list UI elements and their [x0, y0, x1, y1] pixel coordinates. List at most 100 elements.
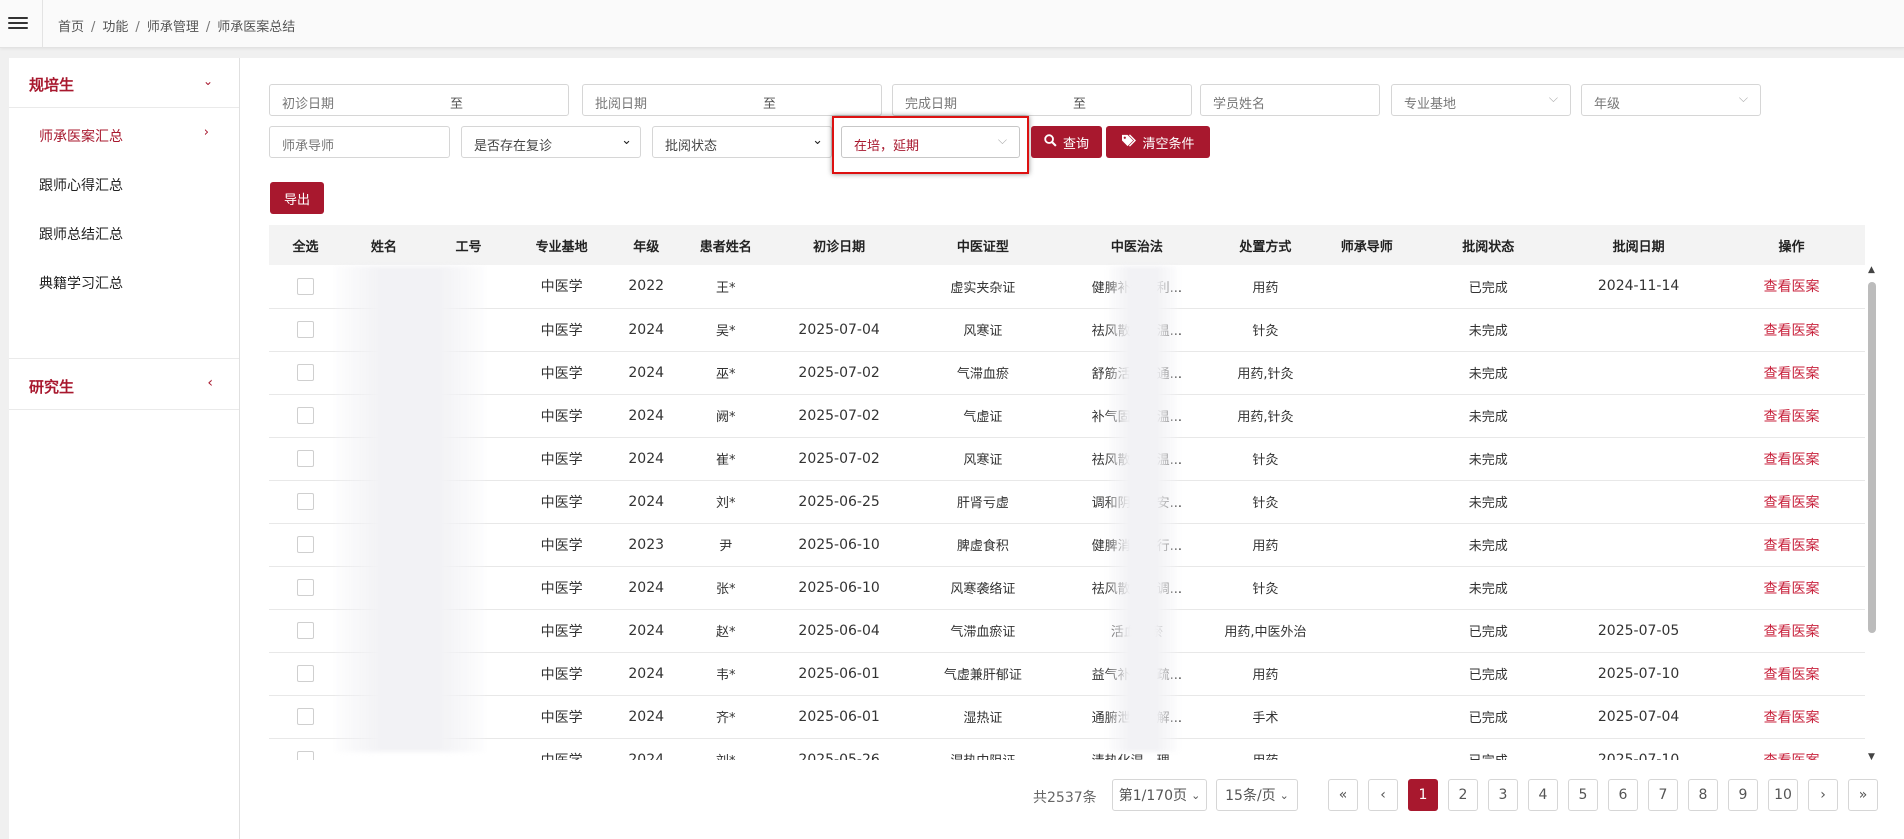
page-button[interactable]: 2 [1448, 779, 1478, 811]
row-checkbox[interactable] [296, 708, 314, 725]
row-checkbox[interactable] [296, 622, 314, 639]
export-button[interactable]: 导出 [270, 182, 324, 214]
cell-disposal: 用药 [1252, 539, 1279, 554]
header-select-all[interactable]: 全选 [269, 225, 342, 265]
page-of-select[interactable]: 第1/170页 ⌄ [1112, 779, 1207, 811]
view-case-link[interactable]: 查看医案 [1764, 581, 1820, 597]
tags-icon [1121, 133, 1137, 151]
clear-conditions-button[interactable]: 清空条件 [1106, 126, 1210, 158]
breadcrumb-function[interactable]: 功能 [102, 20, 128, 35]
cell-review-date: 2024-11-14 [1597, 278, 1680, 295]
clear-button-label: 清空条件 [1142, 136, 1195, 152]
first-visit-date-label: 初诊日期 [282, 97, 335, 112]
view-case-link[interactable]: 查看医案 [1764, 279, 1820, 295]
cell-base: 中医学 [540, 322, 583, 339]
cell-disposal: 用药 [1215, 738, 1316, 760]
page-button[interactable]: 1 [1408, 779, 1438, 811]
per-page-select[interactable]: 15条/页 ⌄ [1216, 779, 1298, 811]
sidebar-item-conclusion-summary[interactable]: 跟师总结汇总 [9, 208, 239, 257]
revisit-placeholder: 是否存在复诊 [474, 139, 553, 154]
view-case-link[interactable]: 查看医案 [1764, 667, 1820, 683]
table-scrollbar[interactable]: ▲ ▼ [1865, 265, 1879, 762]
sidebar-item-insight-summary[interactable]: 跟师心得汇总 [9, 159, 239, 208]
base-select[interactable]: 专业基地 ⌵ [1391, 84, 1571, 116]
row-checkbox[interactable] [296, 751, 314, 760]
cell-review-date [1559, 566, 1718, 609]
table-header-row: 全选 姓名 工号 专业基地 年级 患者姓名 初诊日期 中医证型 中医治法 处置方… [269, 225, 1865, 265]
view-case-link[interactable]: 查看医案 [1764, 710, 1820, 726]
page-button[interactable]: 6 [1608, 779, 1638, 811]
cell-disposal: 针灸 [1252, 453, 1279, 468]
cell-syndrome: 肝肾亏虚 [956, 496, 1009, 511]
first-visit-date-range[interactable]: 初诊日期 至 [269, 84, 569, 116]
table-row: 中医学2024齐*2025-06-01湿热证通腑泄热，解...手术已完成2025… [269, 695, 1865, 738]
finish-date-range[interactable]: 完成日期 至 [892, 84, 1192, 116]
row-checkbox[interactable] [296, 407, 314, 424]
cell-action: 查看医案 [1718, 351, 1865, 394]
cell-mentor [1316, 437, 1417, 480]
prev-page-button[interactable]: ‹ [1368, 779, 1398, 811]
scroll-down-arrow-icon[interactable]: ▼ [1868, 752, 1875, 762]
grade-select[interactable]: 年级 ⌵ [1581, 84, 1761, 116]
sidebar-item-case-summary[interactable]: 师承医案汇总 › [9, 110, 239, 159]
first-page-button[interactable]: « [1328, 779, 1358, 811]
row-checkbox[interactable] [296, 321, 314, 338]
page-button[interactable]: 8 [1688, 779, 1718, 811]
student-name-input[interactable]: 学员姓名 [1200, 84, 1380, 116]
row-checkbox[interactable] [296, 579, 314, 596]
view-case-link[interactable]: 查看医案 [1764, 753, 1820, 761]
row-checkbox[interactable] [296, 450, 314, 467]
training-status-select[interactable]: 在培，延期 ⌵ [841, 126, 1020, 158]
sidebar-group-graduate[interactable]: 研究生 ‹ [9, 358, 239, 410]
next-page-button[interactable]: › [1808, 779, 1838, 811]
cell-patient: 刘* [680, 738, 771, 760]
scroll-up-arrow-icon[interactable]: ▲ [1868, 265, 1875, 275]
page-button[interactable]: 9 [1728, 779, 1758, 811]
cell-review-status: 未完成 [1468, 496, 1508, 511]
cell-action: 查看医案 [1718, 394, 1865, 437]
row-checkbox [269, 566, 342, 609]
hamburger-menu-icon[interactable] [8, 14, 28, 32]
row-checkbox[interactable] [296, 493, 314, 510]
row-checkbox[interactable] [296, 277, 314, 295]
search-button[interactable]: 查询 [1031, 126, 1102, 158]
page-button[interactable]: 10 [1768, 779, 1798, 811]
view-case-link[interactable]: 查看医案 [1764, 366, 1820, 382]
sidebar-item-classics-summary[interactable]: 典籍学习汇总 [9, 257, 239, 306]
cell-base: 中医学 [540, 408, 583, 425]
view-case-link[interactable]: 查看医案 [1764, 538, 1820, 554]
view-case-link[interactable]: 查看医案 [1764, 452, 1820, 468]
chevron-down-icon: ⌄ [621, 133, 632, 148]
cell-review-status: 未完成 [1468, 367, 1508, 382]
review-status-select[interactable]: 批阅状态 ⌄ [652, 126, 832, 158]
view-case-link[interactable]: 查看医案 [1764, 624, 1820, 640]
breadcrumb-mentorship[interactable]: 师承管理 [147, 20, 199, 35]
scrollbar-thumb[interactable] [1868, 282, 1876, 633]
page-button[interactable]: 3 [1488, 779, 1518, 811]
row-checkbox[interactable] [296, 364, 314, 381]
last-page-button[interactable]: » [1848, 779, 1878, 811]
row-checkbox[interactable] [296, 665, 314, 682]
header-first-date: 初诊日期 [813, 239, 866, 255]
cell-review-status: 未完成 [1468, 410, 1508, 425]
page-button[interactable]: 4 [1528, 779, 1558, 811]
view-case-link[interactable]: 查看医案 [1764, 323, 1820, 339]
cell-mentor [1316, 308, 1417, 351]
row-checkbox [269, 652, 342, 695]
page-button[interactable]: 7 [1648, 779, 1678, 811]
cell-grade: 2022 [628, 278, 665, 295]
view-case-link[interactable]: 查看医案 [1764, 409, 1820, 425]
cell-first-date: 2025-06-01 [798, 665, 880, 682]
review-date-range[interactable]: 批阅日期 至 [582, 84, 882, 116]
chevron-left-icon: ‹ [207, 375, 213, 391]
page-button[interactable]: 5 [1568, 779, 1598, 811]
main-content: 初诊日期 至 批阅日期 至 完成日期 至 学员姓名 专业基地 ⌵ 年级 ⌵ 师承… [240, 58, 1904, 839]
mentor-input[interactable]: 师承导师 [269, 126, 450, 158]
breadcrumb-home[interactable]: 首页 [58, 20, 84, 35]
cell-syndrome: 气滞血瘀 [956, 367, 1009, 382]
row-checkbox[interactable] [296, 536, 314, 553]
sidebar-group-resident[interactable]: 规培生 ⌄ [9, 58, 239, 108]
revisit-select[interactable]: 是否存在复诊 ⌄ [461, 126, 641, 158]
view-case-link[interactable]: 查看医案 [1764, 495, 1820, 511]
cell-review-status: 未完成 [1468, 453, 1508, 468]
